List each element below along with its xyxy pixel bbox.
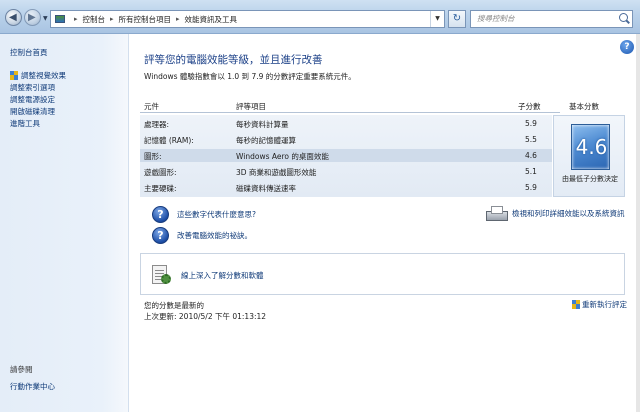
search-input[interactable]: 搜尋控制台 [470,10,633,28]
uac-shield-icon [10,70,18,80]
ratings-table: 元件 評等項目 子分數 基本分數 處理器: 每秒資料計算量 5.9 記憶體 (R… [140,98,625,202]
online-info-box: 線上深入了解分數和軟體 [140,253,625,295]
help-link-improve[interactable]: ? 改善電腦效能的祕訣。 [152,227,252,244]
score-status: 您的分數是最新的 [144,301,204,310]
back-button[interactable]: ◀ [5,9,22,26]
sidebar-item-home[interactable]: 控制台首頁 [10,47,48,58]
base-score-value: 4.6 [575,135,608,159]
row-subscore: 5.1 [525,167,537,176]
recent-pages-dropdown[interactable]: ▼ [43,15,48,22]
main-content: ? 評等您的電腦效能等級，並且進行改善 Windows 體驗指數會以 1.0 到… [130,34,640,412]
base-score-badge: 4.6 [571,124,610,170]
row-rated: 磁碟資料傳送速率 [236,184,296,193]
column-header-rated: 評等項目 [236,102,266,111]
breadcrumb-performance[interactable]: 效能資訊及工具 [185,14,238,25]
breadcrumb-all-items[interactable]: 所有控制台項目 [119,14,172,25]
print-details-link[interactable]: 檢視和列印詳細效能以及系統資訊 [486,206,625,221]
question-icon: ? [152,206,169,223]
sidebar-item-disk-cleanup[interactable]: 開啟磁碟清理 [10,106,66,118]
row-rated: 每秒的記憶體運算 [236,136,296,145]
forward-arrow-icon: ▶ [28,12,36,23]
breadcrumb-separator-icon[interactable]: ▸ [110,15,114,23]
column-header-subscore: 子分數 [518,102,541,111]
left-nav-pane: 控制台首頁 調整視覺效果 調整索引選項 調整電源設定 開啟磁碟清理 進階工具 請… [0,34,129,412]
sidebar-item-label: 調整索引選項 [10,82,55,92]
table-row: 主要硬碟: 磁碟資料傳送速率 5.9 [140,181,552,194]
row-component: 處理器: [144,120,170,129]
see-also-heading: 請參閱 [10,365,33,374]
base-score-note: 由最低子分數決定 [562,175,618,183]
row-rated: 每秒資料計算量 [236,120,289,129]
link-meaning-text[interactable]: 這些數字代表什麼意思? [177,209,256,220]
row-subscore: 5.9 [525,183,537,192]
sidebar-item-label: 調整視覺效果 [21,70,66,80]
row-subscore: 5.9 [525,119,537,128]
uac-shield-icon [572,300,580,309]
breadcrumb-separator-icon[interactable]: ▸ [176,15,180,23]
search-icon[interactable] [619,13,628,22]
row-component: 主要硬碟: [144,184,177,193]
sidebar-item-label: 調整電源設定 [10,94,55,104]
breadcrumb-separator-icon[interactable]: ▸ [74,15,78,23]
row-component: 圖形: [144,152,162,161]
last-updated: 上次更新: 2010/5/2 下午 01:13:12 [144,312,267,321]
window-edge [636,34,640,412]
control-panel-icon [55,15,65,23]
title-bar: ◀ ▶ ▼ ▸ 控制台 ▸ 所有控制台項目 ▸ 效能資訊及工具 ▼ ↻ 搜尋控制… [0,0,640,34]
sidebar-item-action-center[interactable]: 行動作業中心 [10,381,55,392]
breadcrumb-control-panel[interactable]: 控制台 [83,14,106,25]
address-dropdown-icon[interactable]: ▼ [430,11,444,27]
link-online[interactable]: 線上深入了解分數和軟體 [181,270,264,281]
link-improve-text[interactable]: 改善電腦效能的祕訣。 [177,230,252,241]
question-icon: ? [152,227,169,244]
refresh-icon[interactable]: ↻ [448,10,466,28]
sidebar-item-indexing[interactable]: 調整索引選項 [10,81,66,93]
rerun-label[interactable]: 重新執行評定 [582,299,627,310]
search-placeholder: 搜尋控制台 [477,14,515,23]
back-arrow-icon: ◀ [9,12,17,23]
table-row: 記憶體 (RAM): 每秒的記憶體運算 5.5 [140,133,552,146]
rerun-assessment-button[interactable]: 重新執行評定 [572,299,627,310]
sidebar-item-advanced-tools[interactable]: 進階工具 [10,118,66,130]
ratings-rows: 處理器: 每秒資料計算量 5.9 記憶體 (RAM): 每秒的記憶體運算 5.5… [140,115,552,197]
sidebar-item-visual-effects[interactable]: 調整視覺效果 [10,69,66,81]
help-icon[interactable]: ? [620,40,634,54]
tools-icon [149,263,173,287]
column-header-component: 元件 [144,102,159,111]
table-header: 元件 評等項目 子分數 [140,98,560,113]
row-component: 記憶體 (RAM): [144,136,194,145]
base-score-panel: 4.6 由最低子分數決定 [553,115,625,197]
row-rated: 3D 商業和遊戲圖形效能 [236,168,317,177]
table-row: 遊戲圖形: 3D 商業和遊戲圖形效能 5.1 [140,165,552,178]
row-subscore: 4.6 [525,151,537,160]
row-subscore: 5.5 [525,135,537,144]
sidebar-item-power[interactable]: 調整電源設定 [10,93,66,105]
table-row-lowest: 圖形: Windows Aero 的桌面效能 4.6 [140,149,552,162]
gear-icon [161,274,171,284]
table-row: 處理器: 每秒資料計算量 5.9 [140,117,552,130]
row-component: 遊戲圖形: [144,168,177,177]
address-bar[interactable]: ▸ 控制台 ▸ 所有控制台項目 ▸ 效能資訊及工具 ▼ [50,10,445,28]
row-rated: Windows Aero 的桌面效能 [236,152,329,161]
sidebar-item-label: 開啟磁碟清理 [10,107,55,117]
link-print-text[interactable]: 檢視和列印詳細效能以及系統資訊 [512,208,625,219]
sidebar-item-label: 進階工具 [10,119,40,129]
forward-button[interactable]: ▶ [24,9,41,26]
page-description: Windows 體驗指數會以 1.0 到 7.9 的分數評定重要系統元件。 [144,72,356,81]
printer-icon [486,206,508,221]
page-title: 評等您的電腦效能等級，並且進行改善 [144,54,323,66]
column-header-basescore: 基本分數 [569,102,599,111]
help-link-meaning[interactable]: ? 這些數字代表什麼意思? [152,206,256,223]
